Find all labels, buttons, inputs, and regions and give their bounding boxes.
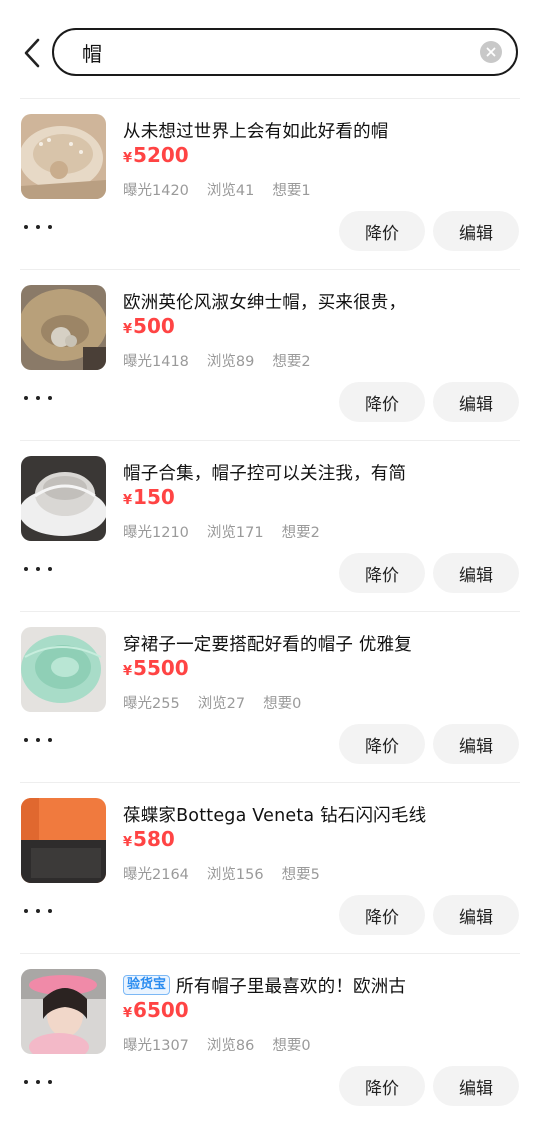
list-item[interactable]: 葆蝶家Bottega Veneta 钻石闪闪毛线 ¥ 580 曝光2164 浏览… — [20, 782, 520, 953]
edit-button[interactable]: 编辑 — [433, 382, 519, 422]
want-count: 想要2 — [272, 354, 311, 370]
search-box[interactable] — [52, 28, 518, 76]
more-options-icon[interactable] — [24, 217, 52, 237]
item-price: ¥ 5500 — [123, 656, 189, 680]
item-title[interactable]: 葆蝶家Bottega Veneta 钻石闪闪毛线 — [123, 802, 426, 827]
view-count: 浏览156 — [206, 867, 264, 883]
item-price: ¥ 6500 — [123, 998, 189, 1022]
list-item[interactable]: 验货宝 所有帽子里最喜欢的！欧洲古 ¥ 6500 曝光1307 浏览86 想要0… — [20, 953, 520, 1124]
reduce-price-button[interactable]: 降价 — [339, 724, 425, 764]
want-count: 想要2 — [281, 525, 320, 541]
item-thumbnail[interactable] — [21, 114, 106, 199]
edit-button[interactable]: 编辑 — [433, 1066, 519, 1106]
reduce-price-button[interactable]: 降价 — [339, 895, 425, 935]
edit-button[interactable]: 编辑 — [433, 211, 519, 251]
close-icon — [486, 47, 496, 57]
more-options-icon[interactable] — [24, 559, 52, 579]
item-stats: 曝光255 浏览27 想要0 — [123, 692, 301, 713]
list-item[interactable]: 穿裙子一定要搭配好看的帽子 优雅复 ¥ 5500 曝光255 浏览27 想要0 … — [20, 611, 520, 782]
edit-button[interactable]: 编辑 — [433, 724, 519, 764]
item-stats: 曝光2164 浏览156 想要5 — [123, 863, 320, 884]
clear-search-button[interactable] — [480, 41, 502, 63]
list-item[interactable]: 从未想过世界上会有如此好看的帽 ¥ 5200 曝光1420 浏览41 想要1 降… — [20, 98, 520, 269]
item-title[interactable]: 欧洲英伦风淑女绅士帽，买来很贵， — [123, 289, 406, 314]
item-thumbnail[interactable] — [21, 798, 106, 883]
item-thumbnail[interactable] — [21, 456, 106, 541]
exposure-count: 曝光1210 — [123, 525, 189, 541]
view-count: 浏览89 — [206, 354, 255, 370]
item-title[interactable]: 所有帽子里最喜欢的！欧洲古 — [176, 973, 406, 998]
reduce-price-button[interactable]: 降价 — [339, 553, 425, 593]
list-item[interactable]: 欧洲英伦风淑女绅士帽，买来很贵， ¥ 500 曝光1418 浏览89 想要2 降… — [20, 269, 520, 440]
reduce-price-button[interactable]: 降价 — [339, 382, 425, 422]
exposure-count: 曝光2164 — [123, 867, 189, 883]
item-price: ¥ 580 — [123, 827, 175, 851]
want-count: 想要1 — [272, 183, 311, 199]
want-count: 想要0 — [272, 1038, 311, 1054]
item-price: ¥ 500 — [123, 314, 175, 338]
exposure-count: 曝光1420 — [123, 183, 189, 199]
back-button[interactable] — [18, 36, 46, 70]
edit-button[interactable]: 编辑 — [433, 553, 519, 593]
more-options-icon[interactable] — [24, 388, 52, 408]
item-stats: 曝光1307 浏览86 想要0 — [123, 1034, 311, 1055]
exposure-count: 曝光255 — [123, 696, 180, 712]
more-options-icon[interactable] — [24, 730, 52, 750]
top-bar — [0, 0, 540, 98]
exposure-count: 曝光1307 — [123, 1038, 189, 1054]
list-item[interactable]: 帽子合集，帽子控可以关注我，有简 ¥ 150 曝光1210 浏览171 想要2 … — [20, 440, 520, 611]
more-options-icon[interactable] — [24, 1072, 52, 1092]
item-list: 从未想过世界上会有如此好看的帽 ¥ 5200 曝光1420 浏览41 想要1 降… — [0, 98, 540, 1124]
reduce-price-button[interactable]: 降价 — [339, 211, 425, 251]
view-count: 浏览86 — [206, 1038, 255, 1054]
view-count: 浏览41 — [206, 183, 255, 199]
item-price: ¥ 150 — [123, 485, 175, 509]
want-count: 想要5 — [281, 867, 320, 883]
item-price: ¥ 5200 — [123, 143, 189, 167]
reduce-price-button[interactable]: 降价 — [339, 1066, 425, 1106]
item-stats: 曝光1418 浏览89 想要2 — [123, 350, 311, 371]
want-count: 想要0 — [263, 696, 302, 712]
view-count: 浏览27 — [197, 696, 246, 712]
view-count: 浏览171 — [206, 525, 264, 541]
more-options-icon[interactable] — [24, 901, 52, 921]
item-title[interactable]: 从未想过世界上会有如此好看的帽 — [123, 118, 389, 143]
item-title[interactable]: 帽子合集，帽子控可以关注我，有简 — [123, 460, 406, 485]
item-thumbnail[interactable] — [21, 285, 106, 370]
item-thumbnail[interactable] — [21, 969, 106, 1054]
inspection-badge: 验货宝 — [123, 975, 171, 995]
item-stats: 曝光1420 浏览41 想要1 — [123, 179, 311, 200]
chevron-left-icon — [24, 38, 40, 68]
exposure-count: 曝光1418 — [123, 354, 189, 370]
item-stats: 曝光1210 浏览171 想要2 — [123, 521, 320, 542]
edit-button[interactable]: 编辑 — [433, 895, 519, 935]
item-thumbnail[interactable] — [21, 627, 106, 712]
item-title[interactable]: 穿裙子一定要搭配好看的帽子 优雅复 — [123, 631, 412, 656]
search-input[interactable] — [80, 39, 464, 65]
